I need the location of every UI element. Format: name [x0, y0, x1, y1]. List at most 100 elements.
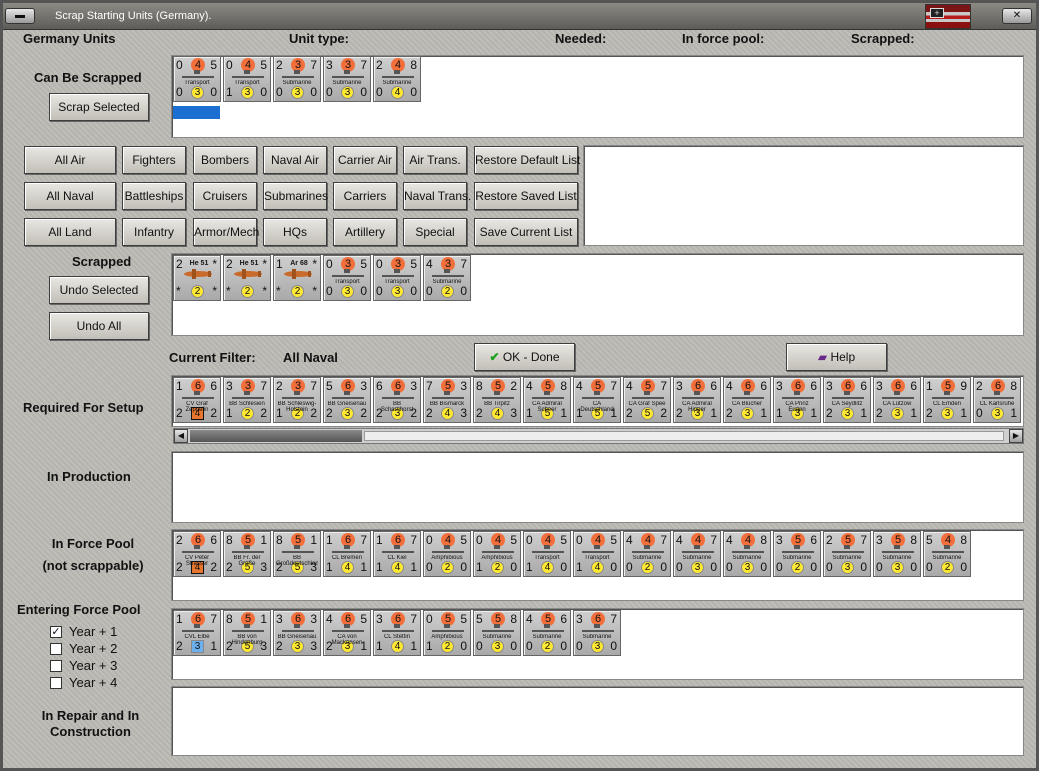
- filter-button-restore-default-list[interactable]: Restore Default List: [474, 146, 580, 174]
- unit-counter[interactable]: 3 3 7 1 2 2 BB Schlesien: [223, 377, 271, 423]
- filter-button-submarines[interactable]: Submarines: [263, 182, 328, 210]
- unit-counter[interactable]: 1 6 7 2 3 1 CVL Elbe: [173, 610, 221, 656]
- selection-highlight: [173, 106, 220, 119]
- scroll-thumb[interactable]: [190, 430, 362, 442]
- unit-counter[interactable]: 0 4 5 1 3 0 Transport: [223, 56, 271, 102]
- unit-counter[interactable]: 2 4 8 0 4 0 Submarine: [373, 56, 421, 102]
- unit-counter[interactable]: 3 6 6 2 3 1 CA Admiral Hipper: [673, 377, 721, 423]
- unit-counter[interactable]: 3 6 6 2 3 1 CA Seydlitz: [823, 377, 871, 423]
- unit-counter[interactable]: 8 5 1 2 5 3 BB Fr. der Große: [223, 531, 271, 577]
- filter-button-restore-saved-list[interactable]: Restore Saved List: [474, 182, 578, 210]
- unit-counter[interactable]: 0 3 5 0 3 0 Transport: [373, 255, 421, 301]
- unit-counter[interactable]: 2 He 51 * * 2 *: [173, 255, 221, 301]
- unit-counter[interactable]: 8 5 1 2 5 3 BB Großdeutschland: [273, 531, 321, 577]
- filter-button-naval-trans-[interactable]: Naval Trans.: [403, 182, 471, 210]
- unit-counter[interactable]: 8 5 2 2 4 3 BB Tirpitz: [473, 377, 521, 423]
- unit-counter[interactable]: 4 5 7 2 5 2 CA Graf Spee: [623, 377, 671, 423]
- unit-counter[interactable]: 0 4 5 1 4 0 Transport: [523, 531, 571, 577]
- unit-counter[interactable]: 0 5 5 1 2 0 Amphibious: [423, 610, 471, 656]
- filter-button-air-trans-[interactable]: Air Trans.: [403, 146, 467, 174]
- unit-counter[interactable]: 4 4 7 0 2 0 Submarine: [623, 531, 671, 577]
- unit-counter[interactable]: 3 6 7 1 4 1 CL Stettin: [373, 610, 421, 656]
- ship-icon: [632, 545, 664, 553]
- unit-counter[interactable]: 3 5 8 0 3 0 Submarine: [873, 531, 921, 577]
- unit-counter[interactable]: 2 3 7 1 2 2 BB Schleswig-Holstein: [273, 377, 321, 423]
- unit-counter[interactable]: 2 6 6 2 4 2 CV Peter Strasser: [173, 531, 221, 577]
- system-menu-button[interactable]: ▬: [5, 8, 35, 24]
- year-checkbox-3[interactable]: [50, 660, 62, 672]
- undo-all-button[interactable]: Undo All: [49, 312, 149, 340]
- scroll-track[interactable]: [364, 431, 1004, 441]
- filter-button-carrier-air[interactable]: Carrier Air: [333, 146, 397, 174]
- unit-counter[interactable]: 1 5 9 2 3 1 CL Emden: [923, 377, 971, 423]
- in-repair-list[interactable]: [171, 686, 1024, 756]
- filter-button-naval-air[interactable]: Naval Air: [263, 146, 327, 174]
- unit-counter[interactable]: 1 6 6 2 4 2 CV Graf Zeppelin: [173, 377, 221, 423]
- unit-counter[interactable]: 3 3 7 0 3 0 Submarine: [323, 56, 371, 102]
- unit-counter[interactable]: 2 5 7 0 3 0 Submarine: [823, 531, 871, 577]
- unit-counter[interactable]: 4 5 8 1 5 1 CA Admiral Scheer: [523, 377, 571, 423]
- ship-icon: [882, 391, 914, 399]
- unit-counter[interactable]: 5 6 3 2 3 2 BB Gneisenau: [323, 377, 371, 423]
- unit-counter[interactable]: 2 He 51 * * 2 *: [223, 255, 271, 301]
- filter-button-all-air[interactable]: All Air: [24, 146, 116, 174]
- filter-button-bombers[interactable]: Bombers: [193, 146, 257, 174]
- unit-counter[interactable]: 2 3 7 0 3 0 Submarine: [273, 56, 321, 102]
- unit-counter[interactable]: 3 5 6 0 2 0 Submarine: [773, 531, 821, 577]
- year-checkbox-4[interactable]: [50, 677, 62, 689]
- filter-button-infantry[interactable]: Infantry: [122, 218, 186, 246]
- saved-list-box[interactable]: [583, 145, 1024, 246]
- help-button[interactable]: ▰ Help: [786, 343, 887, 371]
- year-label-1: Year + 1: [69, 624, 118, 639]
- ship-icon: [682, 391, 714, 399]
- in-production-list[interactable]: [171, 451, 1024, 523]
- scroll-right-arrow-icon[interactable]: ▶: [1009, 429, 1023, 443]
- ok-done-button[interactable]: ✔ OK - Done: [474, 343, 575, 371]
- unit-counter[interactable]: 4 5 6 0 2 0 Submarine: [523, 610, 571, 656]
- unit-counter[interactable]: 1 6 7 1 4 1 CL Bremen: [323, 531, 371, 577]
- unit-counter[interactable]: 4 4 8 0 3 0 Submarine: [723, 531, 771, 577]
- unit-counter[interactable]: 4 6 6 2 3 1 CA Blücher: [723, 377, 771, 423]
- unit-counter[interactable]: 8 5 1 2 5 3 BB von Hindenburg: [223, 610, 271, 656]
- unit-counter[interactable]: 0 4 5 1 2 0 Amphibious: [473, 531, 521, 577]
- unit-counter[interactable]: 5 4 8 0 2 0 Submarine: [923, 531, 971, 577]
- unit-counter[interactable]: 1 6 7 1 4 1 CL Kiel: [373, 531, 421, 577]
- filter-button-hqs[interactable]: HQs: [263, 218, 327, 246]
- unit-counter[interactable]: 0 4 5 1 4 0 Transport: [573, 531, 621, 577]
- filter-button-all-land[interactable]: All Land: [24, 218, 116, 246]
- unit-counter[interactable]: 3 6 3 2 3 3 BB Gneisenau: [273, 610, 321, 656]
- filter-button-fighters[interactable]: Fighters: [122, 146, 186, 174]
- scroll-left-arrow-icon[interactable]: ◀: [174, 429, 188, 443]
- unit-counter[interactable]: 3 6 7 0 3 0 Submarine: [573, 610, 621, 656]
- year-checkbox-1[interactable]: ✓: [50, 626, 62, 638]
- undo-selected-button[interactable]: Undo Selected: [49, 276, 149, 304]
- unit-counter[interactable]: 0 4 5 0 3 0 Transport: [173, 56, 221, 102]
- scrap-selected-button[interactable]: Scrap Selected: [49, 93, 149, 121]
- filter-button-special[interactable]: Special: [403, 218, 467, 246]
- filter-button-carriers[interactable]: Carriers: [333, 182, 397, 210]
- unit-counter[interactable]: 3 6 6 2 3 1 CA Lützow: [873, 377, 921, 423]
- unit-counter[interactable]: 6 6 3 2 3 2 BB Scharnhorst: [373, 377, 421, 423]
- unit-counter[interactable]: 0 3 5 0 3 0 Transport: [323, 255, 371, 301]
- filter-button-save-current-list[interactable]: Save Current List: [474, 218, 578, 246]
- unit-counter[interactable]: 3 6 6 1 3 1 CA Prinz Eugen: [773, 377, 821, 423]
- unit-counter[interactable]: 0 4 5 0 2 0 Amphibious: [423, 531, 471, 577]
- filter-button-cruisers[interactable]: Cruisers: [193, 182, 257, 210]
- year-checkbox-2[interactable]: [50, 643, 62, 655]
- unit-counter[interactable]: 4 5 7 1 5 1 CA Deutschland: [573, 377, 621, 423]
- ship-icon: [432, 391, 464, 399]
- unit-counter[interactable]: 4 6 5 2 3 1 CA von Mackensen: [323, 610, 371, 656]
- filter-button-armor-mech[interactable]: Armor/Mech: [193, 218, 259, 246]
- close-button[interactable]: ✕: [1002, 8, 1032, 24]
- unit-counter[interactable]: 7 5 3 2 4 3 BB Bismarck: [423, 377, 471, 423]
- unit-counter[interactable]: 4 3 7 0 2 0 Submarine: [423, 255, 471, 301]
- filter-button-battleships[interactable]: Battleships: [122, 182, 186, 210]
- required-units-scrollbar[interactable]: ◀ ▶: [173, 428, 1024, 444]
- unit-counter[interactable]: 1 Ar 68 * * 2 *: [273, 255, 321, 301]
- filter-button-all-naval[interactable]: All Naval: [24, 182, 116, 210]
- unit-counter[interactable]: 2 6 8 0 3 1 CL Karlsruhe: [973, 377, 1021, 423]
- unit-counter[interactable]: 4 4 7 0 3 0 Submarine: [673, 531, 721, 577]
- title-bar[interactable]: ▬ Scrap Starting Units (Germany). + ✕: [3, 3, 1036, 30]
- unit-counter[interactable]: 5 5 8 0 3 0 Submarine: [473, 610, 521, 656]
- filter-button-artillery[interactable]: Artillery: [333, 218, 397, 246]
